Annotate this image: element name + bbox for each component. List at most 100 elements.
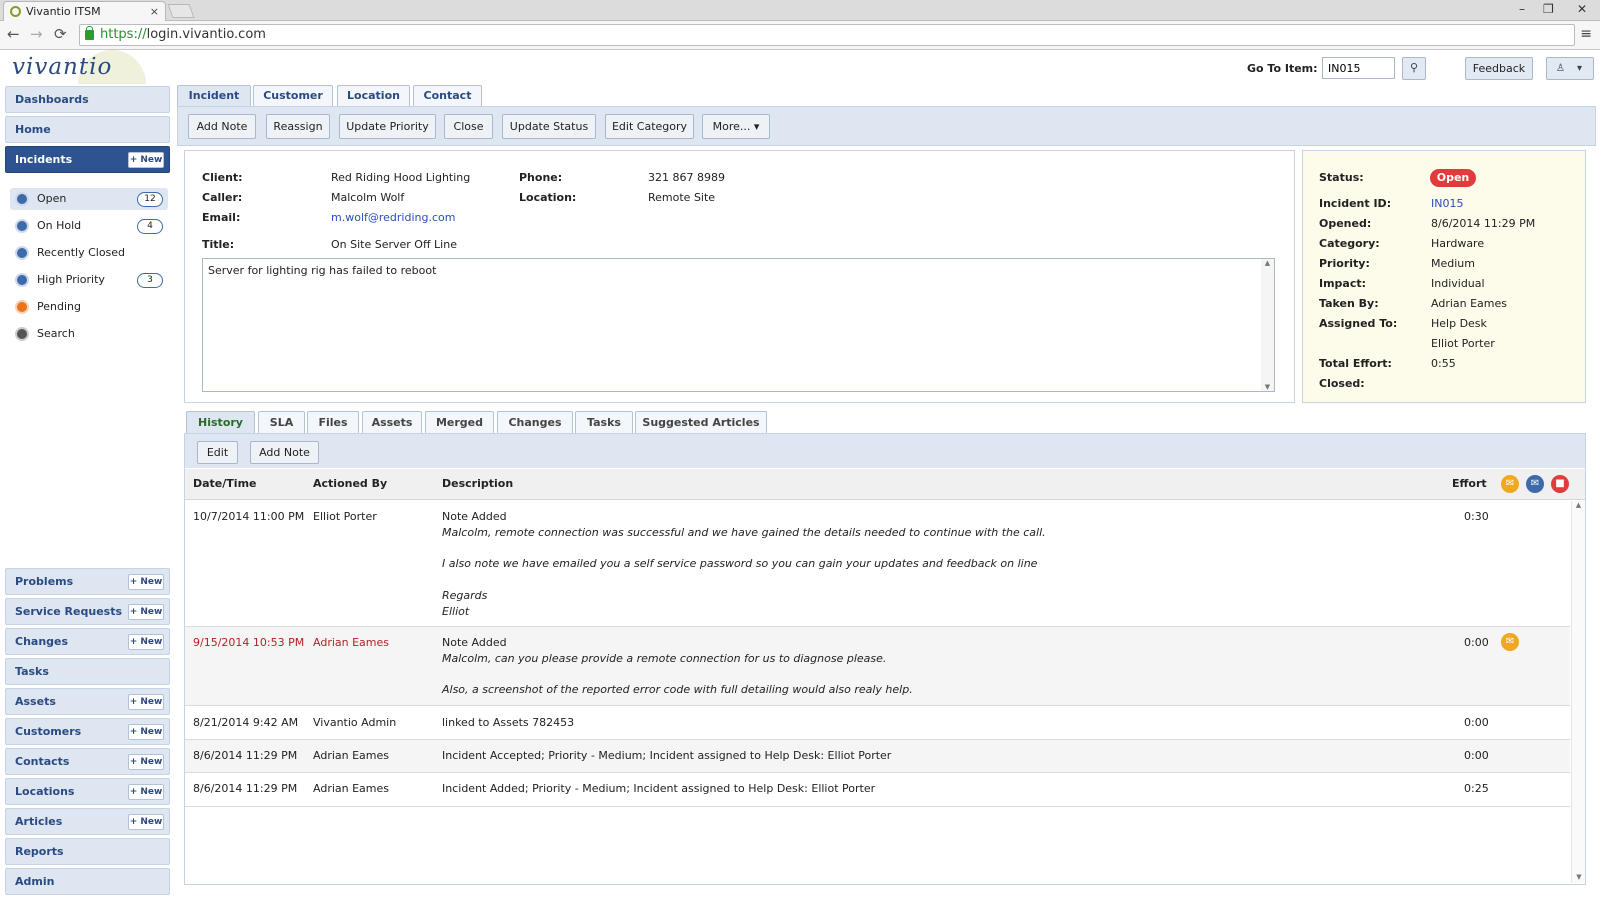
browser-tab[interactable]: Vivantio ITSM × xyxy=(3,1,166,21)
tab-assets[interactable]: Assets xyxy=(362,411,422,434)
history-scrollbar[interactable]: ▲ ▼ xyxy=(1571,501,1585,883)
tab-customer[interactable]: Customer xyxy=(253,85,333,106)
incident-view-on-hold[interactable]: On Hold 4 xyxy=(10,215,168,237)
scroll-down-icon[interactable]: ▼ xyxy=(1261,383,1274,391)
tab-files[interactable]: Files xyxy=(307,411,359,434)
nav-articles[interactable]: Articles + New xyxy=(5,808,170,835)
new-article-button[interactable]: + New xyxy=(128,814,164,830)
new-problem-button[interactable]: + New xyxy=(128,574,164,590)
add-history-note-button[interactable]: Add Note xyxy=(250,441,319,464)
tab-location[interactable]: Location xyxy=(337,85,410,106)
vivantio-logo[interactable]: vivantio xyxy=(12,54,112,80)
row-description-title: Note Added xyxy=(442,636,507,649)
edit-category-button[interactable]: Edit Category xyxy=(605,114,694,139)
incident-view-search[interactable]: Search xyxy=(10,323,168,345)
new-service-request-button[interactable]: + New xyxy=(128,604,164,620)
scrollbar[interactable]: ▲ ▼ xyxy=(1261,259,1274,391)
new-change-button[interactable]: + New xyxy=(128,634,164,650)
new-asset-button[interactable]: + New xyxy=(128,694,164,710)
incident-view-open[interactable]: Open 12 xyxy=(10,188,168,210)
add-note-button[interactable]: Add Note xyxy=(188,114,256,139)
nav-changes[interactable]: Changes + New xyxy=(5,628,170,655)
url-scheme: https:// xyxy=(100,27,147,42)
nav-dashboards[interactable]: Dashboards xyxy=(5,86,170,113)
tab-merged[interactable]: Merged xyxy=(425,411,494,434)
goto-search-button[interactable]: ⚲ xyxy=(1402,57,1426,80)
envelope-icon[interactable]: ✉ xyxy=(1501,633,1519,651)
update-priority-button[interactable]: Update Priority xyxy=(339,114,436,139)
table-row[interactable]: 8/6/2014 11:29 PM Adrian Eames Incident … xyxy=(185,740,1570,773)
browser-menu-icon[interactable]: ≡ xyxy=(1580,26,1592,42)
goto-item-input[interactable] xyxy=(1322,57,1395,79)
tab-suggested-articles[interactable]: Suggested Articles xyxy=(635,411,767,434)
tab-contact[interactable]: Contact xyxy=(413,85,482,106)
reassign-button[interactable]: Reassign xyxy=(266,114,330,139)
tab-close-icon[interactable]: × xyxy=(150,2,159,21)
nav-locations[interactable]: Locations + New xyxy=(5,778,170,805)
minimize-icon[interactable]: – xyxy=(1519,2,1525,16)
edit-history-button[interactable]: Edit xyxy=(197,441,238,464)
close-incident-button[interactable]: Close xyxy=(444,114,493,139)
alert-icon xyxy=(15,273,29,287)
envelope-icon[interactable]: ✉ xyxy=(1526,475,1544,493)
total-effort-value: 0:55 xyxy=(1431,357,1456,370)
envelope-icon[interactable]: ✉ xyxy=(1501,475,1519,493)
description-box[interactable]: Server for lighting rig has failed to re… xyxy=(202,258,1275,392)
new-tab-button[interactable] xyxy=(167,4,195,18)
new-contact-button[interactable]: + New xyxy=(128,754,164,770)
more-dropdown-button[interactable]: More... ▾ xyxy=(702,114,770,139)
nav-admin[interactable]: Admin xyxy=(5,868,170,895)
favicon-icon xyxy=(10,6,21,17)
forward-icon[interactable]: → xyxy=(30,26,43,42)
nav-assets[interactable]: Assets + New xyxy=(5,688,170,715)
restore-icon[interactable]: ❐ xyxy=(1543,2,1554,16)
incident-id-label: Incident ID: xyxy=(1319,197,1392,210)
back-icon[interactable]: ← xyxy=(7,26,20,42)
scroll-up-icon[interactable]: ▲ xyxy=(1261,259,1274,267)
nav-reports[interactable]: Reports xyxy=(5,838,170,865)
new-incident-button[interactable]: + New xyxy=(128,152,164,168)
new-customer-button[interactable]: + New xyxy=(128,724,164,740)
table-row[interactable]: 8/6/2014 11:29 PM Adrian Eames Incident … xyxy=(185,773,1570,807)
tab-incident[interactable]: Incident xyxy=(177,85,251,107)
nav-contacts[interactable]: Contacts + New xyxy=(5,748,170,775)
location-value: Remote Site xyxy=(648,191,716,204)
nav-home[interactable]: Home xyxy=(5,116,170,143)
tab-sla[interactable]: SLA xyxy=(258,411,305,434)
title-value: On Site Server Off Line xyxy=(331,238,457,251)
nav-incidents[interactable]: Incidents + New xyxy=(5,146,170,173)
reload-icon[interactable]: ⟳ xyxy=(54,26,67,42)
incident-view-pending[interactable]: Pending xyxy=(10,296,168,318)
window-close-icon[interactable]: ✕ xyxy=(1577,2,1587,16)
nav-service-requests[interactable]: Service Requests + New xyxy=(5,598,170,625)
scroll-up-icon[interactable]: ▲ xyxy=(1572,501,1585,509)
nav-problems[interactable]: Problems + New xyxy=(5,568,170,595)
row-description: Note Added Malcolm, remote connection wa… xyxy=(442,509,1046,620)
user-menu-button[interactable]: ♙ ▾ xyxy=(1546,57,1594,80)
table-row[interactable]: 9/15/2014 10:53 PM Adrian Eames Note Add… xyxy=(185,627,1570,706)
col-effort[interactable]: Effort xyxy=(1452,477,1487,490)
lock-icon[interactable]: ■ xyxy=(1551,475,1569,493)
table-row[interactable]: 8/21/2014 9:42 AM Vivantio Admin linked … xyxy=(185,706,1570,740)
tab-history[interactable]: History xyxy=(186,411,255,434)
col-date[interactable]: Date/Time xyxy=(193,477,257,490)
nav-customers[interactable]: Customers + New xyxy=(5,718,170,745)
email-link[interactable]: m.wolf@redriding.com xyxy=(331,211,455,224)
incident-view-recently-closed[interactable]: Recently Closed xyxy=(10,242,168,264)
incident-id-link[interactable]: IN015 xyxy=(1431,197,1463,210)
scroll-down-icon[interactable]: ▼ xyxy=(1572,873,1586,881)
col-actioned-by[interactable]: Actioned By xyxy=(313,477,387,490)
row-line: I also note we have emailed you a self s… xyxy=(442,557,1038,571)
incident-view-label: Pending xyxy=(37,300,81,313)
nav-tasks[interactable]: Tasks xyxy=(5,658,170,685)
table-row[interactable]: 10/7/2014 11:00 PM Elliot Porter Note Ad… xyxy=(185,501,1570,627)
col-description[interactable]: Description xyxy=(442,477,513,490)
url-field[interactable]: https://login.vivantio.com xyxy=(79,24,1575,46)
new-location-button[interactable]: + New xyxy=(128,784,164,800)
tab-changes[interactable]: Changes xyxy=(497,411,573,434)
incident-view-high-priority[interactable]: High Priority 3 xyxy=(10,269,168,291)
tab-tasks[interactable]: Tasks xyxy=(575,411,633,434)
update-status-button[interactable]: Update Status xyxy=(502,114,596,139)
feedback-button[interactable]: Feedback xyxy=(1465,57,1533,80)
count-badge: 12 xyxy=(137,192,163,207)
